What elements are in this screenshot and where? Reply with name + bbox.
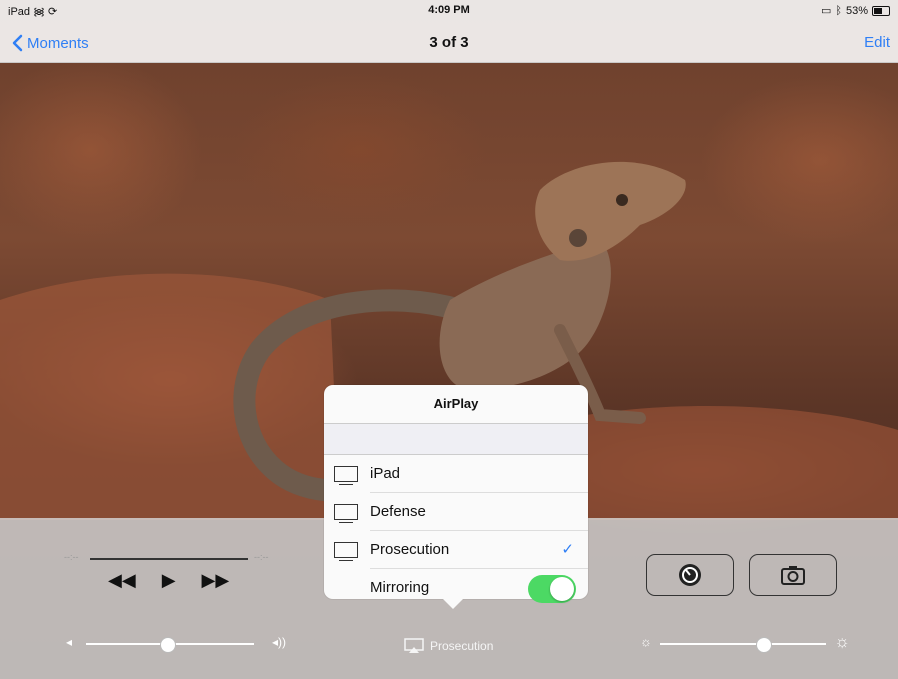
timer-button[interactable]: [646, 554, 734, 596]
volume-slider[interactable]: ◂ ◂)): [66, 634, 286, 654]
camera-button[interactable]: [749, 554, 837, 596]
status-time: 4:09 PM: [428, 4, 470, 16]
volume-low-icon: ◂: [66, 635, 73, 649]
brightness-slider[interactable]: ☼ ☼: [640, 632, 850, 654]
play-button[interactable]: ▶: [162, 570, 176, 591]
brightness-knob[interactable]: [755, 637, 772, 653]
page-title: 3 of 3: [429, 34, 469, 51]
mirroring-row: Mirroring: [324, 569, 588, 603]
checkmark-icon: ✓: [561, 541, 574, 558]
toggle-knob: [550, 577, 574, 601]
airplay-target-label: Prosecution: [430, 639, 494, 653]
playback-progress[interactable]: --:-- --:--: [64, 552, 274, 566]
airplay-device-defense[interactable]: Defense: [324, 493, 588, 531]
fast-forward-button[interactable]: ▶▶: [202, 570, 230, 591]
elapsed-time: --:--: [64, 552, 79, 562]
camera-icon: [781, 566, 805, 585]
device-label: iPad: [370, 465, 401, 482]
remaining-time: --:--: [254, 552, 269, 562]
brightness-track[interactable]: [660, 643, 826, 645]
battery-icon: [872, 5, 890, 16]
volume-knob[interactable]: [159, 637, 176, 653]
airplay-button[interactable]: Prosecution: [404, 638, 493, 654]
device-label: Prosecution: [370, 541, 450, 558]
tv-icon: [334, 504, 358, 523]
top-bar: iPad ᯼ ⟳ 4:09 PM ▭ ᛒ 53% Moments 3 of 3 …: [0, 0, 898, 63]
mirroring-toggle[interactable]: [528, 575, 576, 603]
progress-track[interactable]: [90, 558, 248, 560]
device-label: Defense: [370, 503, 426, 520]
transport-controls: ◀◀ ▶ ▶▶: [108, 570, 229, 591]
popover-title: AirPlay: [324, 385, 588, 424]
mirroring-label: Mirroring: [370, 579, 430, 596]
volume-high-icon: ◂)): [271, 635, 286, 649]
popover-arrow: [442, 598, 464, 609]
airplay-device-prosecution[interactable]: Prosecution ✓: [324, 531, 588, 569]
airplay-device-ipad[interactable]: iPad: [324, 455, 588, 493]
brightness-low-icon: ☼: [640, 634, 652, 649]
brightness-high-icon: ☼: [834, 632, 850, 651]
airplay-icon: [404, 638, 424, 653]
screen: iPad ᯼ ⟳ 4:09 PM ▭ ᛒ 53% Moments 3 of 3 …: [0, 0, 898, 679]
bluetooth-icon: ᛒ: [835, 4, 842, 17]
airplay-status-icon: ▭: [820, 5, 832, 17]
timer-icon: [679, 564, 701, 586]
rewind-button[interactable]: ◀◀: [108, 570, 136, 591]
edit-button[interactable]: Edit: [864, 34, 890, 51]
airplay-popover: AirPlay iPad Defense Prosecution ✓ Mirro…: [324, 385, 588, 603]
tv-icon: [334, 466, 358, 485]
popover-spacer: [324, 424, 588, 455]
battery-percent: 53%: [845, 4, 868, 17]
tv-icon: [334, 542, 358, 561]
status-right: ▭ ᛒ 53%: [821, 4, 890, 17]
